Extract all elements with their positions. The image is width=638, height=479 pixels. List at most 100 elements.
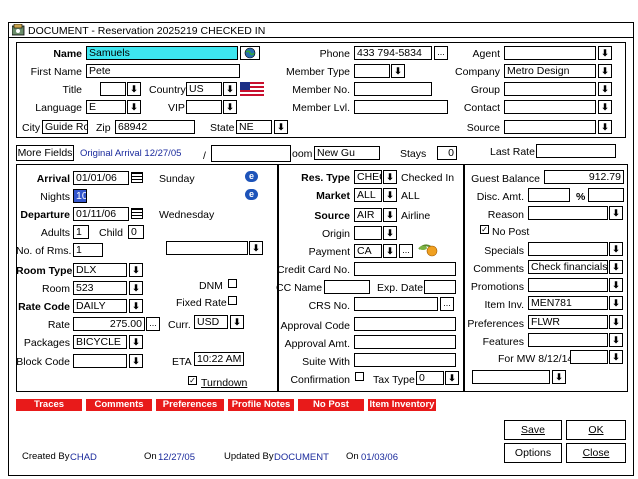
disc-pct-field[interactable]	[588, 188, 624, 202]
child-field[interactable]: 0	[128, 225, 144, 239]
curr-field[interactable]: USD	[194, 315, 228, 329]
language-dropdown-icon[interactable]: ⬇	[127, 100, 141, 114]
member-lvl-field[interactable]	[354, 100, 448, 114]
rate-more-button[interactable]: ...	[146, 317, 160, 331]
member-type-dropdown-icon[interactable]: ⬇	[391, 64, 405, 78]
promotions-field[interactable]	[528, 278, 608, 292]
phone-field[interactable]: 433 794-5834	[354, 46, 432, 60]
departure-calendar-icon[interactable]	[131, 208, 143, 219]
curr-dropdown-icon[interactable]: ⬇	[230, 315, 244, 329]
suite-with-field[interactable]	[354, 353, 456, 367]
room-dropdown-icon[interactable]: ⬇	[129, 281, 143, 295]
exp-date-field[interactable]	[424, 280, 456, 294]
agent-field[interactable]	[504, 46, 596, 60]
tab-comments[interactable]: Comments	[86, 399, 152, 411]
tab-profile-notes[interactable]: Profile Notes	[228, 399, 294, 411]
item-inv-field[interactable]: MEN781	[528, 296, 608, 310]
pay-source-field[interactable]: AIR	[354, 208, 382, 222]
room-type-field[interactable]: DLX	[73, 263, 127, 277]
pay-source-dropdown-icon[interactable]: ⬇	[383, 208, 397, 222]
member-type-field[interactable]	[354, 64, 390, 78]
name-lookup-button[interactable]	[240, 46, 260, 60]
cc-no-field[interactable]	[354, 262, 456, 276]
for-mw-field[interactable]	[570, 350, 608, 364]
extra-billing-field[interactable]	[472, 370, 550, 384]
room-type-dropdown-icon[interactable]: ⬇	[129, 263, 143, 277]
no-post-checkbox[interactable]: ✓	[480, 225, 489, 234]
comments-dropdown-icon[interactable]: ⬇	[609, 260, 623, 274]
specials-dropdown-icon[interactable]: ⬇	[609, 242, 623, 256]
title-dropdown-icon[interactable]: ⬇	[127, 82, 141, 96]
company-dropdown-icon[interactable]: ⬇	[598, 64, 612, 78]
tax-type-field[interactable]: 0	[416, 371, 444, 385]
arrival-field[interactable]: 01/01/06	[73, 171, 129, 185]
payment-field[interactable]: CA	[354, 244, 382, 258]
last-rate-field[interactable]	[536, 144, 616, 158]
ok-button[interactable]: OK	[566, 420, 626, 440]
features-field[interactable]	[528, 333, 608, 347]
item-inv-dropdown-icon[interactable]: ⬇	[609, 296, 623, 310]
market-field[interactable]: ALL	[354, 188, 382, 202]
specials-field[interactable]	[528, 242, 608, 256]
rate-field[interactable]: 275.00	[73, 317, 145, 331]
for-mw-dropdown-icon[interactable]: ⬇	[609, 350, 623, 364]
more-fields-button[interactable]: More Fields	[16, 145, 74, 161]
phone-more-button[interactable]: ...	[434, 46, 448, 60]
res-type-dropdown-icon[interactable]: ⬇	[383, 170, 397, 184]
nights-field[interactable]: 10	[73, 189, 87, 203]
language-field[interactable]: E	[86, 100, 126, 114]
first-name-field[interactable]: Pete	[86, 64, 240, 78]
rooms-field[interactable]: 1	[73, 243, 103, 257]
dnm-checkbox[interactable]	[228, 279, 237, 288]
eta-field[interactable]: 10:22 AM	[194, 352, 244, 366]
preferences-field[interactable]: FLWR	[528, 315, 608, 329]
rooms-extra-dropdown-icon[interactable]: ⬇	[249, 241, 263, 255]
member-no-field[interactable]	[354, 82, 432, 96]
turndown-checkbox[interactable]: ✓	[188, 376, 197, 385]
packages-dropdown-icon[interactable]: ⬇	[129, 335, 143, 349]
save-button[interactable]: Save	[504, 420, 562, 440]
comments-field[interactable]: Check financials	[528, 260, 608, 274]
cc-name-field[interactable]	[324, 280, 370, 294]
extra-billing-dropdown-icon[interactable]: ⬇	[552, 370, 566, 384]
city-field[interactable]: Guide Ro	[42, 120, 88, 134]
crs-more-button[interactable]: ...	[440, 297, 454, 311]
group-field[interactable]	[504, 82, 596, 96]
room-search-field[interactable]	[211, 145, 291, 162]
payment-dropdown-icon[interactable]: ⬇	[383, 244, 397, 258]
confirmation-checkbox[interactable]	[355, 372, 364, 381]
room-lookup-field[interactable]: New Gu	[314, 146, 380, 160]
adults-field[interactable]: 1	[73, 225, 89, 239]
block-code-dropdown-icon[interactable]: ⬇	[129, 354, 143, 368]
tab-preferences[interactable]: Preferences	[156, 399, 224, 411]
approval-code-field[interactable]	[354, 317, 456, 331]
source-field[interactable]	[504, 120, 596, 134]
tab-traces[interactable]: Traces	[16, 399, 82, 411]
agent-dropdown-icon[interactable]: ⬇	[598, 46, 612, 60]
rate-code-field[interactable]: DAILY	[73, 299, 127, 313]
stays-field[interactable]: 0	[437, 146, 457, 160]
fixed-rate-checkbox[interactable]	[228, 296, 237, 305]
payment-more-button[interactable]: ...	[399, 244, 413, 258]
crs-no-field[interactable]	[354, 297, 438, 311]
reason-field[interactable]	[528, 206, 608, 220]
market-dropdown-icon[interactable]: ⬇	[383, 188, 397, 202]
tab-no-post[interactable]: No Post	[298, 399, 364, 411]
close-button[interactable]: Close	[566, 443, 626, 463]
name-field[interactable]: Samuels	[86, 46, 238, 60]
vip-dropdown-icon[interactable]: ⬇	[223, 100, 237, 114]
departure-field[interactable]: 01/11/06	[73, 207, 129, 221]
country-field[interactable]: US	[186, 82, 222, 96]
disc-amt-field[interactable]	[528, 188, 570, 202]
rate-code-dropdown-icon[interactable]: ⬇	[129, 299, 143, 313]
tax-type-dropdown-icon[interactable]: ⬇	[445, 371, 459, 385]
origin-field[interactable]	[354, 226, 382, 240]
arrival-calendar-icon[interactable]	[131, 172, 143, 183]
res-type-field[interactable]: CHEC	[354, 170, 382, 184]
promotions-dropdown-icon[interactable]: ⬇	[609, 278, 623, 292]
packages-field[interactable]: BICYCLE	[73, 335, 127, 349]
reason-dropdown-icon[interactable]: ⬇	[609, 206, 623, 220]
vip-field[interactable]	[186, 100, 222, 114]
nights-refresh-icon[interactable]: e	[245, 189, 258, 200]
country-dropdown-icon[interactable]: ⬇	[223, 82, 237, 96]
